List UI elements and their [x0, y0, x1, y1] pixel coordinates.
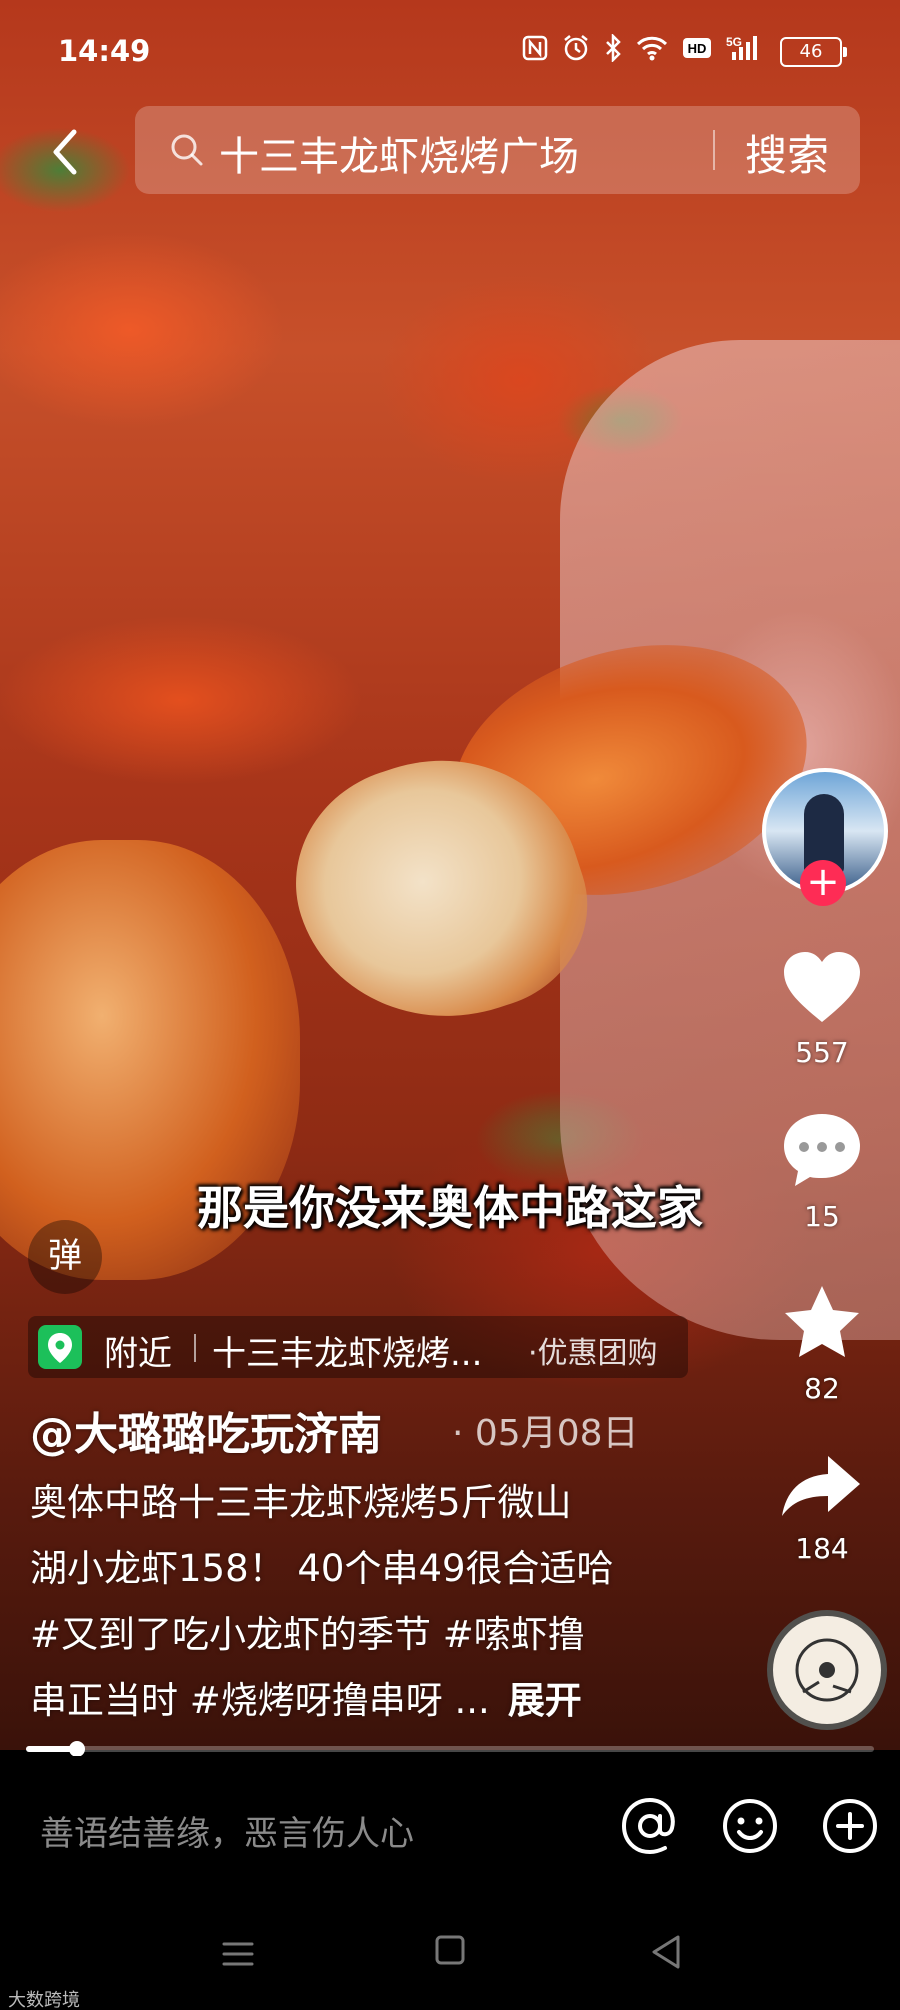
location-separator — [194, 1334, 196, 1362]
nav-home-button[interactable] — [434, 1934, 466, 1966]
at-sign-icon — [621, 1797, 675, 1855]
nav-back-button[interactable] — [648, 1932, 684, 1972]
share-button[interactable]: 184 — [770, 1450, 874, 1565]
alarm-icon — [562, 34, 590, 69]
back-button[interactable] — [42, 122, 92, 182]
favorite-button[interactable]: 82 — [770, 1282, 874, 1405]
comment-button[interactable]: 15 — [770, 1110, 874, 1233]
video-progress-handle[interactable] — [68, 1741, 85, 1757]
svg-text:HD: HD — [688, 41, 707, 56]
search-divider — [713, 130, 715, 170]
music-disc[interactable] — [767, 1610, 887, 1730]
nfc-icon — [522, 35, 548, 68]
hd-icon: HD — [682, 35, 712, 68]
video-subtitle: 那是你没来奥体中路这家 — [197, 1181, 703, 1235]
smiley-icon — [723, 1799, 777, 1853]
chevron-left-icon — [53, 129, 77, 175]
system-nav-bar: 大数跨境 — [0, 1900, 900, 2010]
signal-5g-icon: 5G — [726, 34, 766, 69]
author-name[interactable]: @大璐璐吃玩济南 — [30, 1398, 382, 1462]
emoji-button[interactable] — [718, 1794, 782, 1858]
description-line: 奥体中路十三丰龙虾烧烤5斤微山 — [30, 1481, 572, 1524]
location-tag[interactable]: 附近 十三丰龙虾烧烤... ·优惠团购 — [28, 1316, 688, 1378]
search-input[interactable]: 十三丰龙虾烧烤广场 — [219, 124, 579, 182]
share-arrow-icon — [782, 1456, 860, 1516]
svg-text:5G: 5G — [726, 35, 742, 49]
status-icons: HD 5G 46 — [522, 32, 847, 69]
video-progress-bar[interactable] — [26, 1741, 874, 1757]
favorite-count: 82 — [804, 1372, 840, 1405]
location-pin-icon — [38, 1325, 82, 1369]
menu-icon — [222, 1942, 254, 1966]
square-icon — [435, 1935, 465, 1965]
comment-count: 15 — [804, 1200, 840, 1233]
add-button[interactable] — [818, 1794, 882, 1858]
like-count: 557 — [795, 1036, 849, 1069]
comment-bar: 善语结善缘，恶言伤人心 — [0, 1756, 900, 1900]
wifi-icon — [636, 35, 668, 68]
plus-circle-icon — [823, 1799, 877, 1853]
music-cover-icon — [795, 1638, 859, 1702]
comment-input[interactable]: 善语结善缘，恶言伤人心 — [40, 1806, 414, 1855]
search-box[interactable]: 十三丰龙虾烧烤广场 搜索 — [135, 106, 860, 194]
battery-indicator: 46 — [780, 36, 847, 67]
heart-icon — [784, 952, 860, 1022]
description-line: 湖小龙虾158！ 40个串49很合适哈 — [30, 1547, 614, 1590]
search-icon — [171, 134, 203, 166]
share-count: 184 — [795, 1532, 849, 1565]
description-line-last: 串正当时 #烧烤呀撸串呀 ... 展开 — [30, 1668, 690, 1734]
expand-button[interactable]: 展开 — [508, 1679, 582, 1722]
post-date: · 05月08日 — [452, 1413, 639, 1454]
post-description: 奥体中路十三丰龙虾烧烤5斤微山 湖小龙虾158！ 40个串49很合适哈 #又到了… — [30, 1470, 690, 1734]
search-button[interactable]: 搜索 — [745, 122, 829, 183]
location-nearby: 附近 — [104, 1334, 172, 1374]
nav-recents-button[interactable] — [218, 1934, 258, 1974]
description-line-text: 串正当时 #烧烤呀撸串呀 ... — [30, 1679, 490, 1722]
triangle-back-icon — [652, 1935, 680, 1969]
location-deal: ·优惠团购 — [528, 1336, 658, 1371]
comment-icon — [784, 1114, 860, 1186]
mention-button[interactable] — [618, 1794, 682, 1858]
location-name: 十三丰龙虾烧烤... — [212, 1334, 483, 1374]
description-line: #又到了吃小龙虾的季节 #嗦虾撸 — [30, 1613, 585, 1656]
like-button[interactable]: 557 — [770, 950, 874, 1069]
danmaku-button[interactable]: 弹 — [28, 1220, 102, 1294]
watermark: 大数跨境 — [8, 1990, 80, 2010]
status-time: 14:49 — [58, 34, 151, 68]
star-icon — [785, 1286, 859, 1357]
follow-button[interactable]: + — [800, 860, 846, 906]
status-bar: 14:49 HD 5G 46 — [0, 0, 900, 100]
bluetooth-icon — [604, 32, 622, 69]
screen: 14:49 HD 5G 46 十三丰龙虾烧烤广场 搜索 那是你没来奥体中路这家 … — [0, 0, 900, 2010]
